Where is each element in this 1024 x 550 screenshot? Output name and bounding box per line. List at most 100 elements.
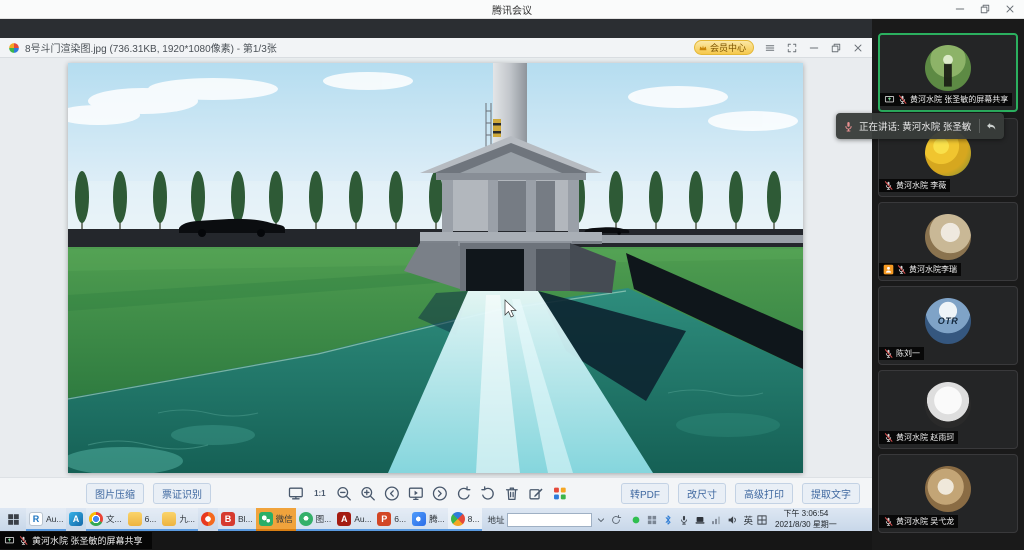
next-image-icon[interactable]	[431, 485, 448, 502]
participant-tile[interactable]: OTR陈刘一	[878, 286, 1018, 365]
fullscreen-icon[interactable]	[786, 42, 798, 54]
tencent-meeting-window: 腾讯会议 8号斗门渲染图.jpg (736.31KB, 1920*1080像素)…	[0, 0, 1024, 550]
participant-name: 黄河水院 赵雨珂	[896, 432, 954, 443]
viewer-tools: 1:1	[283, 485, 571, 502]
viewer-button-改尺寸[interactable]: 改尺寸	[678, 483, 726, 504]
taskbar-app-label: 6...	[145, 514, 157, 524]
ime-indicator[interactable]: 英	[743, 513, 753, 527]
clock-date: 2021/8/30 星期一	[775, 520, 837, 530]
meeting-bottom-strip: 黄河水院 张圣敏的屏幕共享	[0, 531, 872, 550]
screen-share-icon	[4, 535, 15, 546]
taskbar-app-image-viewer[interactable]: 8...	[448, 508, 483, 531]
participant-avatar: OTR	[925, 298, 971, 344]
viewer-restore-icon[interactable]	[830, 42, 842, 54]
viewer-toolbar: 图片压缩票证识别 1:1 转PDF 改尺寸高级打印提取文字	[0, 477, 872, 508]
minimize-icon[interactable]	[954, 3, 966, 15]
taskbar-app-ppt[interactable]: P6...	[374, 508, 409, 531]
grid-squares-icon[interactable]	[646, 514, 658, 526]
mic-icon	[883, 348, 894, 359]
laptop-icon[interactable]	[694, 514, 706, 526]
reply-arrow-icon[interactable]	[984, 119, 998, 133]
rotate-left-icon[interactable]	[455, 485, 472, 502]
zoom-in-icon[interactable]	[359, 485, 376, 502]
edit-icon[interactable]	[527, 485, 544, 502]
speaker-icon[interactable]	[726, 514, 738, 526]
slideshow-icon[interactable]	[407, 485, 424, 502]
taskbar-app-folder[interactable]: 6...	[125, 508, 160, 531]
image-canvas[interactable]	[68, 63, 803, 473]
restore-icon[interactable]	[979, 3, 991, 15]
viewer-close-icon[interactable]	[852, 42, 864, 54]
participant-name: 黄河水院 张圣敏的屏幕共享	[910, 94, 1008, 105]
signal-icon[interactable]	[710, 514, 722, 526]
green-dot-icon[interactable]	[630, 514, 642, 526]
participant-tile[interactable]: 黄河水院 张圣敏的屏幕共享	[878, 33, 1018, 112]
folder-icon	[128, 512, 142, 526]
more-apps-icon[interactable]	[551, 485, 568, 502]
mic-dark-icon[interactable]	[678, 514, 690, 526]
chevron-down-icon[interactable]	[595, 514, 607, 526]
tencent-meeting-icon	[412, 512, 426, 526]
viewer-button-票证识别[interactable]: 票证识别	[153, 483, 211, 504]
member-badge-icon	[883, 264, 894, 275]
participant-list: 黄河水院 张圣敏的屏幕共享黄河水院 李薇黄河水院李瑞OTR陈刘一黄河水院 赵雨珂…	[872, 18, 1024, 550]
participant-tile[interactable]: 黄河水院 吴弋龙	[878, 454, 1018, 533]
image-viewer-icon	[451, 512, 465, 526]
vip-center-button[interactable]: 会员中心	[694, 40, 754, 55]
viewer-button-图片压缩[interactable]: 图片压缩	[86, 483, 144, 504]
acrobat-icon: A	[337, 512, 351, 526]
meeting-title: 腾讯会议	[492, 2, 532, 17]
address-label: 地址	[487, 514, 504, 526]
mic-icon	[883, 180, 894, 191]
viewer-right-buttons: 转PDF 改尺寸高级打印提取文字	[621, 483, 860, 504]
start-button[interactable]	[0, 508, 26, 531]
taskbar-app-label: 6...	[394, 514, 406, 524]
participant-tile[interactable]: 黄河水院 赵雨珂	[878, 370, 1018, 449]
taskbar-app-swirl[interactable]	[198, 508, 218, 531]
clock-time: 下午 3:06:54	[775, 509, 837, 519]
viewer-button-高级打印[interactable]: 高级打印	[735, 483, 793, 504]
taskbar-app-acrobat[interactable]: AAu...	[334, 508, 374, 531]
revit-icon: R	[29, 512, 43, 526]
viewer-minimize-icon[interactable]	[808, 42, 820, 54]
rotate-right-icon[interactable]	[479, 485, 496, 502]
participant-name: 黄河水院李瑞	[909, 264, 957, 275]
mic-icon	[883, 432, 894, 443]
address-bar: 地址	[487, 513, 622, 527]
one-to-one-icon[interactable]: 1:1	[311, 485, 328, 502]
shared-screen: 8号斗门渲染图.jpg (736.31KB, 1920*1080像素) - 第1…	[0, 38, 872, 531]
taskbar-app-label: 8...	[468, 514, 480, 524]
participant-label: 黄河水院 张圣敏的屏幕共享	[880, 93, 1012, 106]
taskbar-app-red-app[interactable]: BBl...	[218, 508, 256, 531]
zoom-out-icon[interactable]	[335, 485, 352, 502]
taskbar-clock[interactable]: 下午 3:06:54 2021/8/30 星期一	[775, 509, 843, 530]
ime-grid-icon[interactable]	[756, 514, 768, 526]
participant-label: 黄河水院 吴弋龙	[879, 515, 958, 528]
taskbar-app-label: Au...	[46, 514, 63, 524]
taskbar-app-revit[interactable]: RAu...	[26, 508, 66, 531]
close-icon[interactable]	[1004, 3, 1016, 15]
participant-tile[interactable]: 黄河水院李瑞	[878, 202, 1018, 281]
delete-icon[interactable]	[503, 485, 520, 502]
bluetooth-icon[interactable]	[662, 514, 674, 526]
viewer-titlebar: 8号斗门渲染图.jpg (736.31KB, 1920*1080像素) - 第1…	[0, 38, 872, 58]
taskbar-app-wechat[interactable]: 微信	[256, 508, 296, 531]
windows-taskbar: RAu...A文...6...九...BBl...微信图...AAu...P6.…	[0, 508, 872, 531]
viewer-button-提取文字[interactable]: 提取文字	[802, 483, 860, 504]
fit-screen-icon[interactable]	[287, 485, 304, 502]
viewer-button-转PDF[interactable]: 转PDF	[621, 483, 669, 504]
taskbar-app-green-app[interactable]: 图...	[296, 508, 335, 531]
menu-icon[interactable]	[764, 42, 776, 54]
address-input[interactable]	[507, 513, 592, 527]
taskbar-app-chrome[interactable]: 文...	[86, 508, 125, 531]
share-banner-text: 黄河水院 张圣敏的屏幕共享	[32, 534, 143, 547]
participant-name: 黄河水院 吴弋龙	[896, 516, 954, 527]
speaking-toast: 正在讲话: 黄河水院 张圣敏	[836, 113, 1004, 139]
taskbar-app-autodesk[interactable]: A	[66, 508, 86, 531]
participant-label: 陈刘一	[879, 347, 924, 360]
taskbar-app-tencent-meeting[interactable]: 腾...	[409, 508, 448, 531]
taskbar-app-folder[interactable]: 九...	[159, 508, 198, 531]
prev-image-icon[interactable]	[383, 485, 400, 502]
taskbar-app-label: Au...	[354, 514, 371, 524]
refresh-icon[interactable]	[610, 514, 622, 526]
